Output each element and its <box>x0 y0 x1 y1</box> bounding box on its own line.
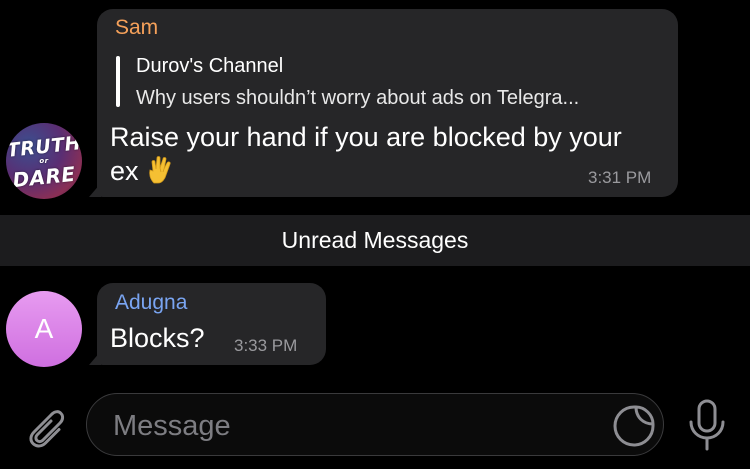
microphone-icon <box>689 399 725 451</box>
message-timestamp: 3:31 PM <box>588 168 652 187</box>
unread-messages-divider: Unread Messages <box>0 215 750 266</box>
attach-button[interactable] <box>18 400 66 450</box>
reply-preview-text[interactable]: Why users shouldn’t worry about ads on T… <box>136 87 661 110</box>
microphone-button[interactable] <box>686 398 728 452</box>
message-body: Raise your hand if you are blocked by yo… <box>110 122 622 186</box>
message-timestamp: 3:33 PM <box>234 336 298 355</box>
avatar-initial: A <box>34 313 54 344</box>
avatar-text-dare: DARE <box>11 161 77 193</box>
message-text: Raise your hand if you are blocked by yo… <box>110 120 650 188</box>
sender-avatar-truth-or-dare[interactable]: TRUTH or DARE <box>6 123 82 199</box>
reply-quote-bar <box>116 56 120 107</box>
unread-messages-label: Unread Messages <box>281 227 469 253</box>
sticker-button[interactable] <box>611 403 657 449</box>
message-text: Blocks? <box>110 323 205 353</box>
sender-name[interactable]: Adugna <box>115 291 187 315</box>
message-input[interactable] <box>111 406 595 446</box>
message-input-container[interactable] <box>86 393 664 456</box>
paperclip-icon <box>29 410 65 448</box>
reply-title[interactable]: Durov's Channel <box>136 55 283 78</box>
vulcan-salute-hand-icon <box>148 156 171 184</box>
sticker-icon <box>613 405 655 447</box>
sender-name[interactable]: Sam <box>115 16 158 40</box>
sender-avatar-adugna[interactable]: A <box>6 291 82 367</box>
chat-screen: TRUTH or DARE Sam Durov's Channel Why us… <box>0 0 750 469</box>
